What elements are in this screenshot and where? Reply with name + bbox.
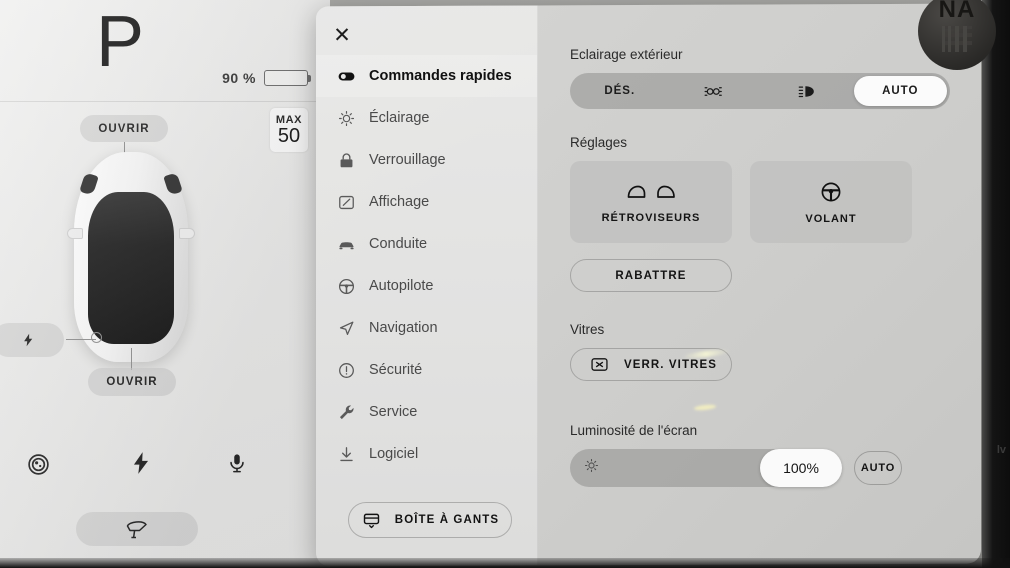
sidebar-item-affichage[interactable]: Affichage xyxy=(316,181,537,223)
parking-lights-icon xyxy=(704,86,723,96)
toggle-filled-icon xyxy=(337,67,356,86)
sidebar-item-label: Verrouillage xyxy=(369,152,446,168)
speed-limit-sign: MAX 50 xyxy=(270,108,308,152)
charge-port-button[interactable] xyxy=(0,323,64,357)
glovebox-icon xyxy=(363,513,379,528)
sidebar-item-securite[interactable]: Sécurité xyxy=(316,349,537,391)
navigation-arrow-icon xyxy=(337,319,356,338)
sidebar-item-label: Logiciel xyxy=(369,446,419,462)
wrench-icon xyxy=(337,403,356,422)
alert-circle-icon xyxy=(337,361,356,380)
trunk-leader-line xyxy=(131,348,133,370)
charge-bolt-icon[interactable] xyxy=(128,448,154,483)
steering-wheel-tile-label: VOLANT xyxy=(805,212,857,225)
brightness-slider[interactable]: 100% xyxy=(570,449,842,487)
sidebar-item-service[interactable]: Service xyxy=(316,391,537,433)
brightness-row: 100% AUTO xyxy=(570,449,943,487)
lock-icon xyxy=(337,151,356,170)
speed-limit-max-label: MAX xyxy=(275,113,303,126)
mirrors-tile-label: RÉTROVISEURS xyxy=(601,211,701,224)
sidebar-item-navigation[interactable]: Navigation xyxy=(316,307,537,349)
sidebar-item-label: Conduite xyxy=(369,236,428,252)
mirrors-icon xyxy=(627,185,675,198)
dashcam-icon[interactable] xyxy=(26,452,51,482)
gear-indicator: P xyxy=(96,2,145,82)
steering-wheel-icon xyxy=(337,277,356,296)
exterior-lighting-label: Eclairage extérieur xyxy=(570,47,683,62)
battery-percent-label: 90 % xyxy=(222,70,256,86)
sidebar-item-label: Éclairage xyxy=(369,110,430,126)
mirrors-tile[interactable]: RÉTROVISEURS xyxy=(570,161,732,243)
settings-label: Réglages xyxy=(570,135,628,150)
sidebar-item-label: Navigation xyxy=(369,320,438,336)
sidebar-item-label: Autopilote xyxy=(369,278,434,294)
sidebar-item-eclairage[interactable]: Éclairage xyxy=(316,97,537,139)
screen-bezel-right xyxy=(982,0,1010,568)
brightness-auto-button[interactable]: AUTO xyxy=(854,451,902,485)
sidebar-item-label: Sécurité xyxy=(369,362,423,378)
lighting-option-auto[interactable]: AUTO xyxy=(853,76,947,106)
qr-code-icon xyxy=(942,26,972,52)
battery-icon xyxy=(264,70,311,86)
sidebar-item-label: Service xyxy=(369,404,418,420)
sidebar-item-autopilote[interactable]: Autopilote xyxy=(316,265,537,307)
wiper-button[interactable] xyxy=(76,512,198,546)
trunk-open-button[interactable]: OUVRIR xyxy=(88,368,176,396)
fold-mirrors-button[interactable]: RABATTRE xyxy=(570,259,732,292)
sidebar-item-conduite[interactable]: Conduite xyxy=(316,223,537,265)
controls-modal: ✕ Commandes rapides Éclairage Verrouilla… xyxy=(316,3,981,567)
display-icon xyxy=(337,193,356,212)
windows-label: Vitres xyxy=(570,322,605,337)
window-lock-button-label: VERR. VITRES xyxy=(623,358,718,371)
sidebar-item-commandes-rapides[interactable]: Commandes rapides xyxy=(316,55,537,97)
car-mirror-left xyxy=(67,228,83,239)
microphone-icon[interactable] xyxy=(226,448,248,483)
glovebox-button[interactable]: BOÎTE À GANTS xyxy=(348,502,512,538)
steering-wheel-icon xyxy=(821,182,841,201)
sun-brightness-icon xyxy=(583,457,600,479)
charge-port-marker xyxy=(91,332,102,343)
sidebar-nav: Commandes rapides Éclairage Verrouillage… xyxy=(316,55,537,475)
lighting-option-headlights[interactable] xyxy=(760,76,854,106)
car-mirror-right xyxy=(179,228,195,239)
vehicle-top-down-illustration xyxy=(67,152,195,362)
battery-status[interactable]: 90 % xyxy=(222,70,311,86)
car-icon xyxy=(337,235,356,254)
low-beam-headlight-icon xyxy=(798,85,814,97)
screen-bezel-bottom xyxy=(0,558,1010,568)
settings-tiles: RÉTROVISEURS VOLANT xyxy=(570,161,943,243)
frunk-open-button[interactable]: OUVRIR xyxy=(80,115,168,142)
window-lock-icon xyxy=(591,358,608,371)
speed-limit-value: 50 xyxy=(277,124,301,147)
lightbulb-icon xyxy=(337,109,356,128)
bolt-icon xyxy=(23,333,32,347)
quick-icon-row xyxy=(0,452,330,492)
sidebar-item-label: Commandes rapides xyxy=(369,68,512,84)
modal-content: Eclairage extérieur DÉS. AUTO Réglages R… xyxy=(538,5,981,565)
glovebox-button-label: BOÎTE À GANTS xyxy=(394,514,500,526)
close-icon[interactable]: ✕ xyxy=(328,21,356,49)
download-icon xyxy=(337,445,356,464)
sidebar-item-label: Affichage xyxy=(369,194,430,210)
window-lock-button[interactable]: VERR. VITRES xyxy=(570,348,732,381)
windshield-wiper-icon xyxy=(126,521,147,539)
vehicle-status-pane: P 90 % MAX 50 OUVRIR OUVRIR xyxy=(0,0,330,568)
brightness-slider-thumb[interactable]: 100% xyxy=(760,449,842,487)
sidebar-item-logiciel[interactable]: Logiciel xyxy=(316,433,537,475)
na-badge-text: NA xyxy=(938,0,976,23)
pane-divider xyxy=(0,101,318,102)
tesla-touchscreen-photo: P 90 % MAX 50 OUVRIR OUVRIR ✕ Commandes … xyxy=(0,0,1010,568)
car-glass-roof xyxy=(88,192,174,344)
modal-sidebar: ✕ Commandes rapides Éclairage Verrouilla… xyxy=(316,5,538,565)
lighting-option-off[interactable]: DÉS. xyxy=(573,76,667,106)
exterior-lighting-segmented-control[interactable]: DÉS. AUTO xyxy=(570,73,950,109)
lighting-option-parking[interactable] xyxy=(667,76,761,106)
edge-partial-text: lv xyxy=(996,444,1006,456)
sidebar-item-verrouillage[interactable]: Verrouillage xyxy=(316,139,537,181)
steering-wheel-tile[interactable]: VOLANT xyxy=(750,161,912,243)
brightness-label: Luminosité de l'écran xyxy=(570,423,698,438)
